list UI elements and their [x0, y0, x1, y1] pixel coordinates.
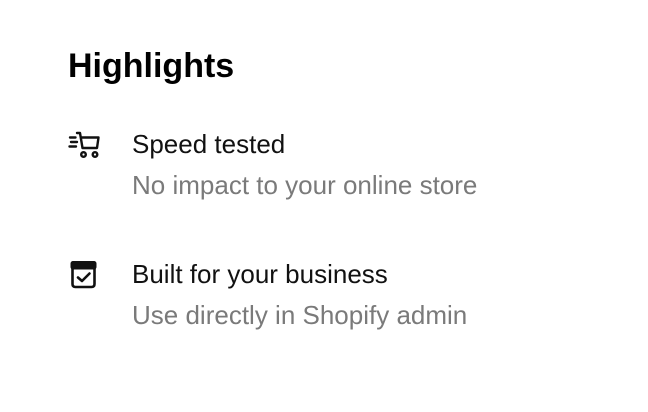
highlight-item-business: Built for your business Use directly in … — [68, 256, 628, 336]
highlight-subtitle: No impact to your online store — [132, 170, 478, 200]
highlight-title: Built for your business — [132, 259, 388, 289]
highlights-section: Highlights Speed tested No impact to you… — [0, 0, 648, 412]
highlight-subtitle: Use directly in Shopify admin — [132, 300, 468, 330]
store-check-icon — [68, 258, 100, 290]
highlight-title: Speed tested — [132, 129, 286, 159]
highlight-item-speed: Speed tested No impact to your online st… — [68, 126, 628, 206]
highlights-heading: Highlights — [68, 47, 235, 85]
fast-cart-icon — [68, 128, 100, 160]
